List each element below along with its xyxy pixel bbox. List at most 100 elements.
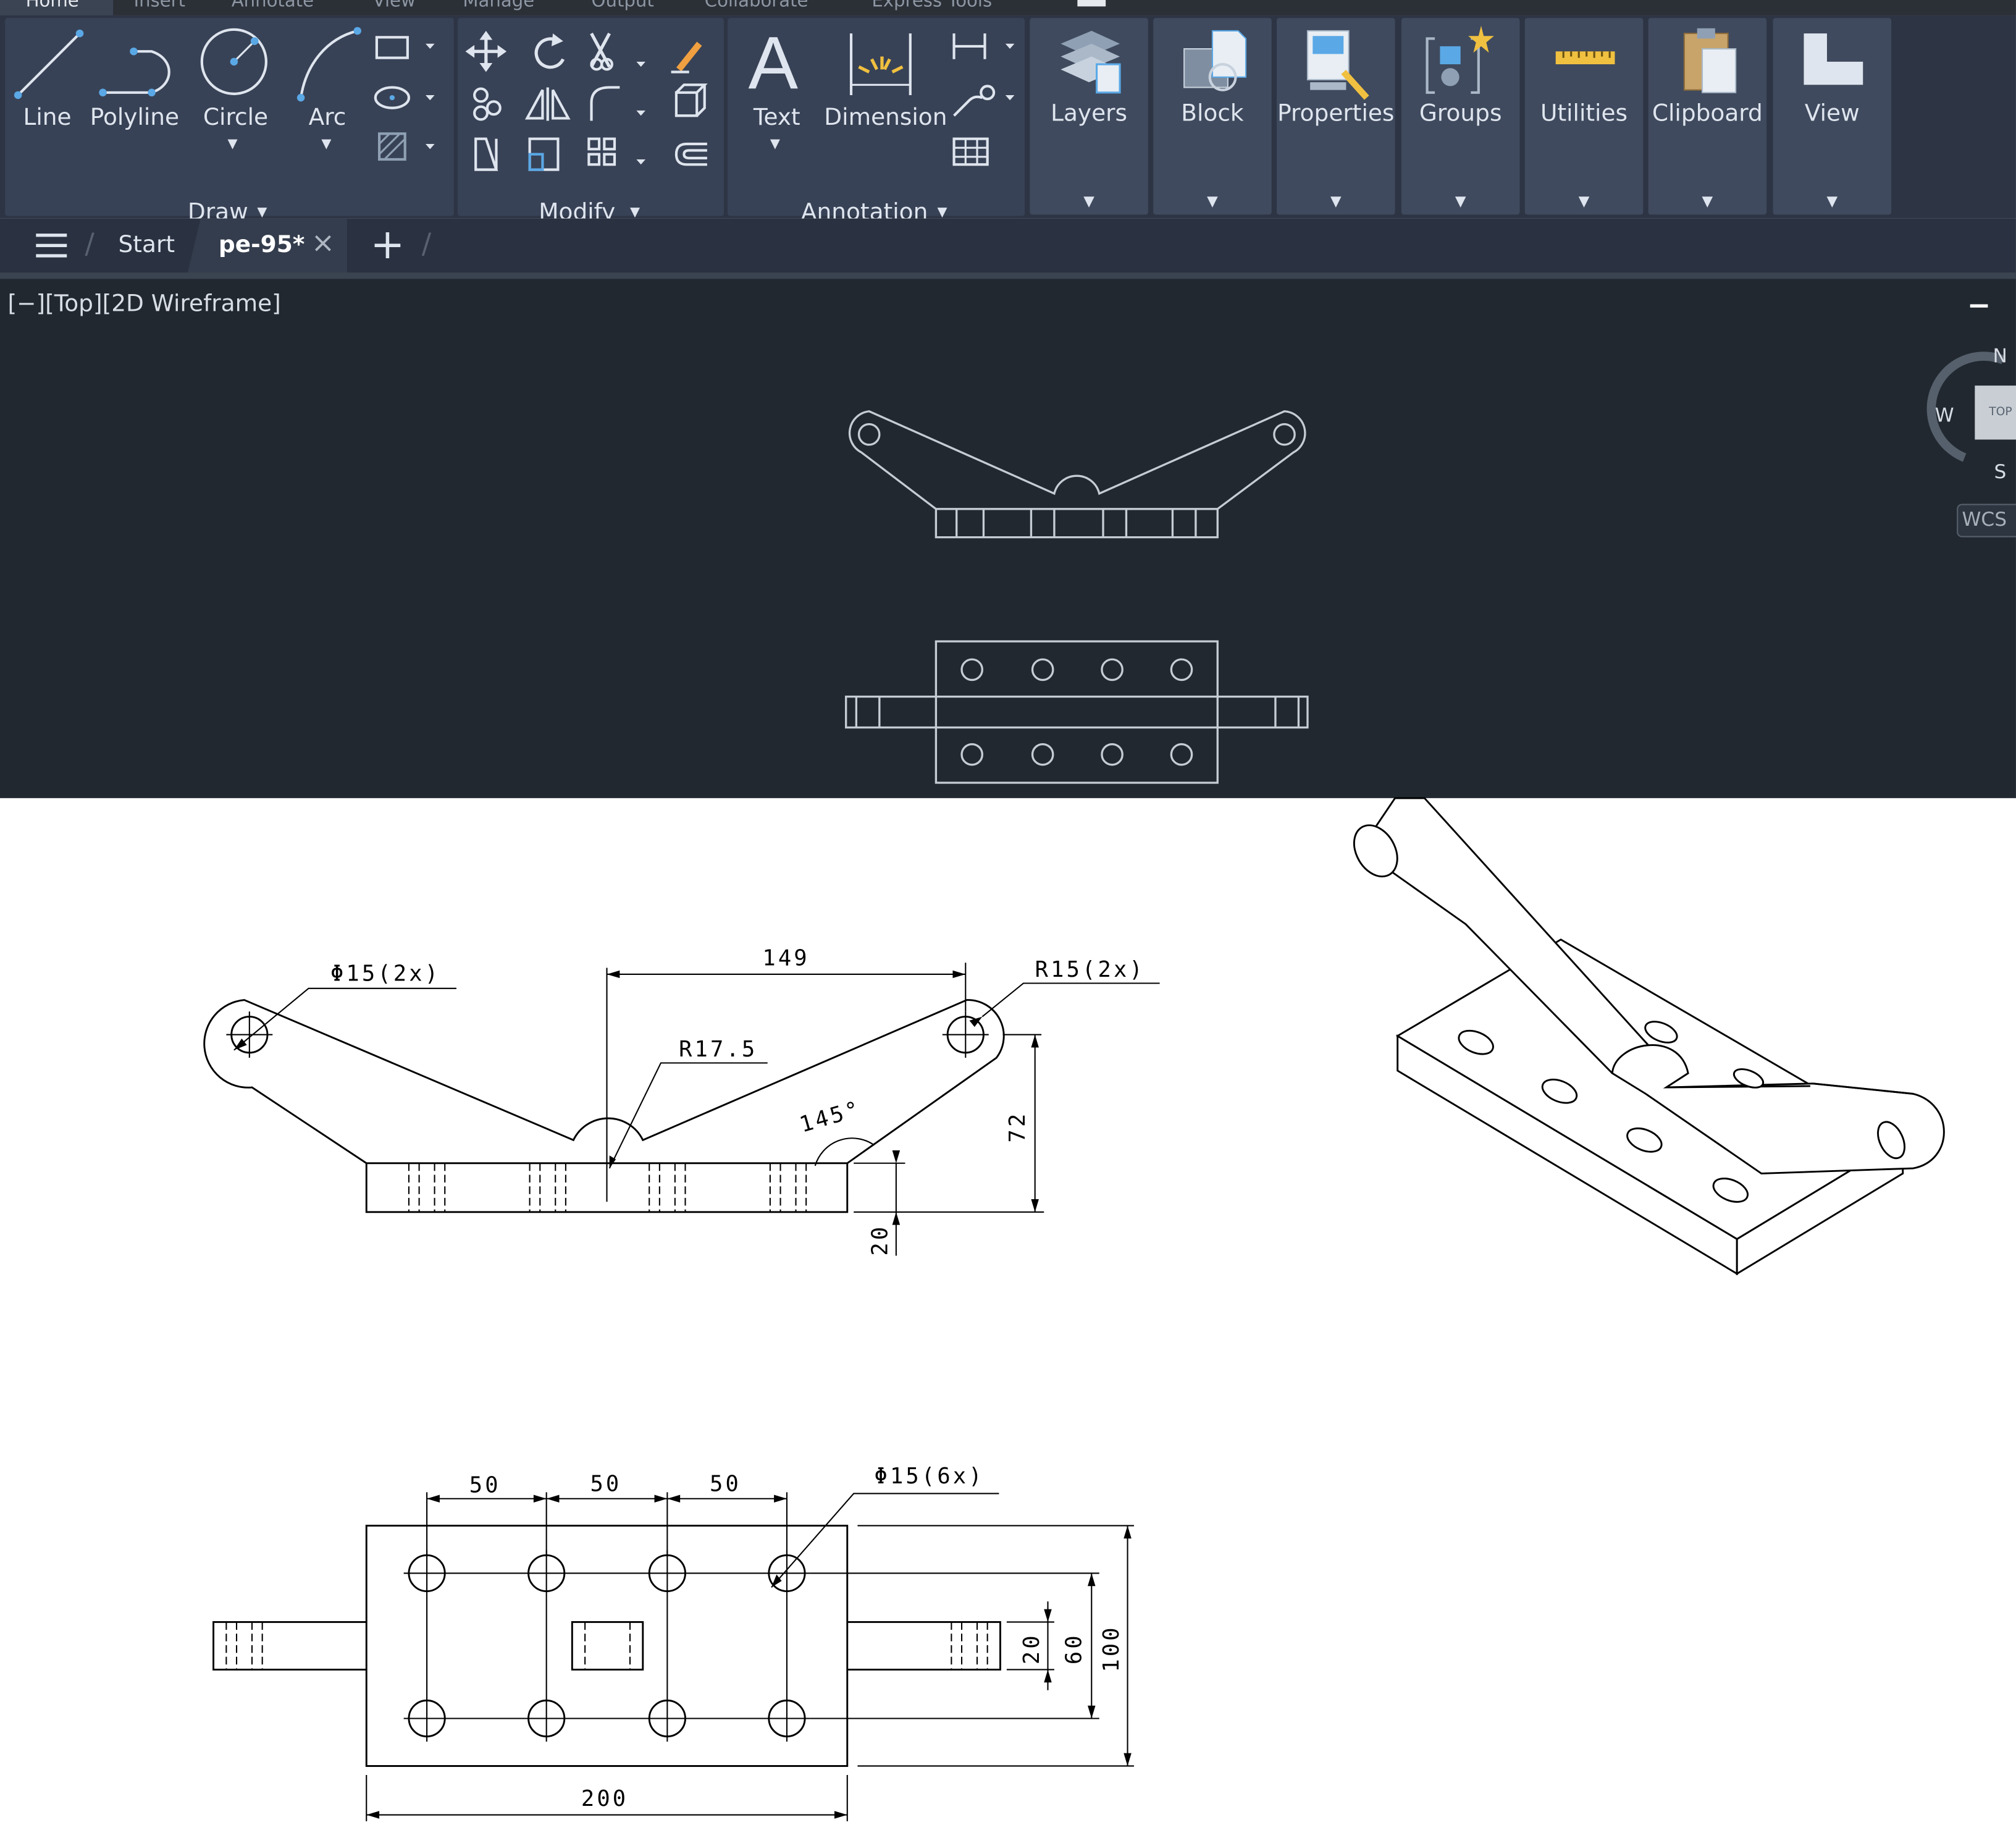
groups-dropdown-icon[interactable]: ▼ xyxy=(1401,193,1520,209)
annotation-small-tools-icon[interactable] xyxy=(946,31,1023,172)
block-icon xyxy=(1183,30,1247,91)
dim-50-second: 50 xyxy=(590,1471,621,1496)
cad-top-arm-holes xyxy=(855,696,1300,728)
tab-express-tools[interactable]: Express Tools xyxy=(872,0,992,12)
dim-r15-2x: R15(2x) xyxy=(1035,957,1145,982)
view-label: View xyxy=(1804,100,1860,127)
dim-145-degrees: 145° xyxy=(797,1096,864,1137)
utilities-icon xyxy=(1555,51,1615,65)
cad-right-pin-hole xyxy=(1273,423,1296,446)
drawing-viewport[interactable]: [−][Top][2D Wireframe] − N W S TOP WCS xyxy=(0,272,2016,798)
block-label: Block xyxy=(1181,100,1244,127)
tab-view[interactable]: View xyxy=(373,0,416,12)
ribbon: Line Polyline Circle ▼ Arc ▼ Draw ▼ Modi… xyxy=(0,15,2016,226)
cad-top-arms xyxy=(845,695,1309,729)
app-window: Home Insert Annotate View Manage Output … xyxy=(0,0,2016,1838)
circle-dropdown-icon[interactable]: ▼ xyxy=(227,138,237,152)
properties-dropdown-icon[interactable]: ▼ xyxy=(1277,193,1395,209)
tab-collaborate[interactable]: Collaborate xyxy=(705,0,808,12)
dim-50-third: 50 xyxy=(710,1471,741,1496)
view-panel[interactable]: View ▼ xyxy=(1773,18,1892,215)
front-view-hidden-lines xyxy=(408,1163,807,1212)
properties-panel[interactable]: Properties ▼ xyxy=(1277,18,1395,215)
layers-icon xyxy=(1060,30,1121,94)
layers-panel[interactable]: Layers ▼ xyxy=(1030,18,1148,215)
draw-panel-dropdown-icon[interactable]: ▼ xyxy=(257,206,267,220)
reference-drawing: Φ15(2x) R15(2x) 149 R17.5 145° 72 20 50 … xyxy=(203,797,1945,1821)
block-dropdown-icon[interactable]: ▼ xyxy=(1153,193,1272,209)
cad-left-pin-hole xyxy=(857,423,881,446)
top-view-centerlines xyxy=(403,1549,810,1742)
layers-dropdown-icon[interactable]: ▼ xyxy=(1030,193,1148,209)
text-icon[interactable]: A xyxy=(748,20,798,106)
arc-dropdown-icon[interactable]: ▼ xyxy=(321,138,331,152)
modify-panel: Modify ▼ xyxy=(458,18,725,226)
tab-insert[interactable]: Insert xyxy=(133,0,185,12)
isometric-view xyxy=(1353,797,1945,1276)
arc-tool-label[interactable]: Arc xyxy=(309,104,346,132)
utilities-dropdown-icon[interactable]: ▼ xyxy=(1525,193,1644,209)
clipboard-dropdown-icon[interactable]: ▼ xyxy=(1648,193,1767,209)
layers-label: Layers xyxy=(1051,100,1128,127)
dim-200: 200 xyxy=(581,1786,628,1811)
groups-icon xyxy=(1426,25,1494,94)
dimension-icon[interactable] xyxy=(844,28,921,101)
draw-small-tools-icon[interactable] xyxy=(374,31,452,164)
annotation-panel: A Text ▼ Dimension Annotation ▼ xyxy=(728,18,1025,226)
tab-home[interactable]: Home xyxy=(26,0,79,12)
cad-top-holes xyxy=(960,658,1193,766)
ribbon-tab-strip: Home Insert Annotate View Manage Output … xyxy=(0,0,2016,15)
front-view-arrowheads xyxy=(233,970,1039,1225)
clipboard-panel[interactable]: Clipboard ▼ xyxy=(1648,18,1767,215)
annotation-panel-dropdown-icon[interactable]: ▼ xyxy=(937,206,947,220)
utilities-label: Utilities xyxy=(1540,100,1628,127)
polyline-icon[interactable] xyxy=(95,26,175,103)
view-icon xyxy=(1804,33,1863,85)
cad-drawing-geometry xyxy=(845,410,1309,784)
close-tab-icon[interactable]: × xyxy=(311,227,335,259)
ribbon-toggle-icon[interactable] xyxy=(1075,0,1111,7)
clipboard-label: Clipboard xyxy=(1652,100,1763,127)
dim-72: 72 xyxy=(1005,1111,1030,1143)
tab-separator: / xyxy=(85,229,94,261)
start-tab[interactable]: Start xyxy=(119,231,175,258)
arc-icon[interactable] xyxy=(290,26,368,103)
view-dropdown-icon[interactable]: ▼ xyxy=(1773,193,1892,209)
tab-annotate[interactable]: Annotate xyxy=(232,0,314,12)
text-dropdown-icon[interactable]: ▼ xyxy=(770,138,780,152)
top-view-arrowheads xyxy=(366,1494,1132,1819)
line-tool-label[interactable]: Line xyxy=(23,104,71,132)
groups-label: Groups xyxy=(1419,100,1502,127)
polyline-tool-label[interactable]: Polyline xyxy=(90,104,179,132)
add-tab-icon[interactable]: + xyxy=(371,220,405,269)
active-file-tab-label: pe-95* xyxy=(218,231,305,259)
block-panel[interactable]: Block ▼ xyxy=(1153,18,1272,215)
text-tool-label[interactable]: Text xyxy=(754,104,800,132)
dim-20-front: 20 xyxy=(867,1225,892,1256)
tab-output[interactable]: Output xyxy=(592,0,654,12)
circle-icon[interactable] xyxy=(195,26,272,103)
tab-separator: / xyxy=(421,229,432,261)
top-view-outline xyxy=(212,1524,1001,1767)
file-tab-bar: / Start pe-95* × + / xyxy=(0,218,2016,273)
hamburger-menu-icon[interactable] xyxy=(33,231,69,259)
dim-100: 100 xyxy=(1099,1625,1124,1672)
groups-panel[interactable]: Groups ▼ xyxy=(1401,18,1520,215)
active-file-tab[interactable]: pe-95* × xyxy=(187,218,348,273)
top-view-hidden-lines xyxy=(225,1622,988,1670)
tab-manage[interactable]: Manage xyxy=(463,0,534,12)
dim-149: 149 xyxy=(762,945,809,971)
cad-front-base xyxy=(934,508,1219,539)
dim-phi15-2x: Φ15(2x) xyxy=(330,961,440,986)
front-view-outline xyxy=(203,999,1005,1213)
circle-tool-label[interactable]: Circle xyxy=(203,104,268,132)
dim-r17-5: R17.5 xyxy=(679,1037,757,1062)
utilities-panel[interactable]: Utilities ▼ xyxy=(1524,18,1644,215)
reference-drawing-sheet: Φ15(2x) R15(2x) 149 R17.5 145° 72 20 50 … xyxy=(0,797,2016,1838)
modify-panel-dropdown-icon[interactable]: ▼ xyxy=(630,206,640,220)
dimension-tool-label[interactable]: Dimension xyxy=(824,104,947,132)
properties-label: Properties xyxy=(1277,100,1395,127)
modify-tools-icon[interactable] xyxy=(465,30,725,172)
cad-front-arms xyxy=(848,410,1306,510)
line-icon[interactable] xyxy=(10,26,88,103)
